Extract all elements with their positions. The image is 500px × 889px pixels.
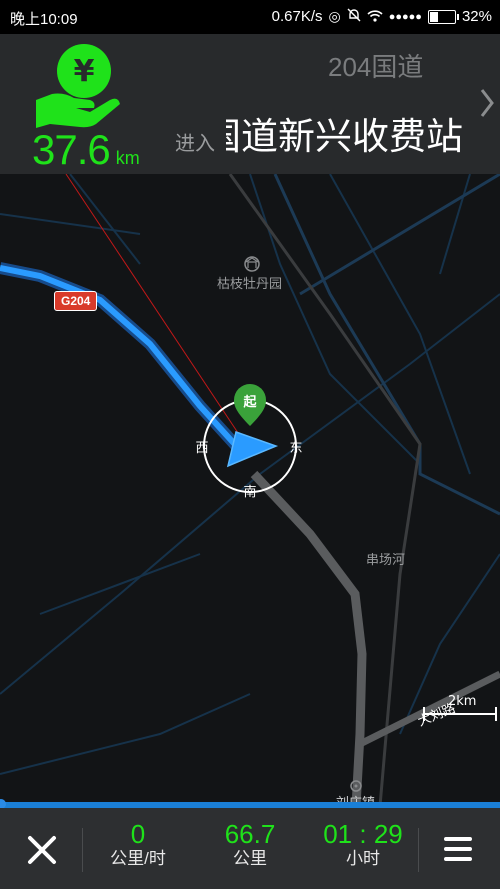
network-speed: 0.67K/s	[271, 8, 323, 25]
map-view[interactable]: 2km 大刘路 北 东 南 西 起 G204 枯枝牡丹园 串场河 刘庄镇	[0, 174, 500, 806]
toll-symbol: ¥	[74, 54, 95, 89]
speed-stat: 0 公里/时	[100, 820, 176, 870]
navigation-arrow-icon	[226, 431, 279, 468]
distance-value: 37.6	[32, 126, 111, 173]
compass-south: 南	[243, 484, 256, 500]
divider	[82, 828, 83, 872]
map-canvas[interactable]: 2km 大刘路 北 东 南 西 起	[0, 174, 500, 806]
battery-icon	[427, 9, 459, 24]
next-road-name: 国道新兴收费站	[226, 115, 463, 158]
poi-park-label: 枯枝牡丹园	[217, 276, 283, 291]
eta-stat: 01 : 29 小时	[310, 820, 416, 870]
remaining-distance-unit: 公里	[233, 849, 267, 868]
battery-percent: 32%	[461, 8, 492, 25]
mute-bell-icon	[347, 8, 361, 25]
toll-station-icon: ¥	[30, 38, 122, 138]
eta-value: 01 : 29	[323, 819, 403, 849]
scale-bar: 2km 大刘路	[416, 694, 497, 730]
svg-text:起: 起	[242, 394, 257, 410]
remaining-distance-stat: 66.7 公里	[212, 820, 288, 870]
park-icon	[244, 256, 260, 272]
remaining-distance-value: 66.7	[224, 819, 276, 849]
status-time: 晚上10:09	[10, 11, 78, 28]
highway-shield: G204	[54, 291, 98, 311]
eta-unit: 小时	[346, 849, 380, 868]
enter-label: 进入	[175, 133, 215, 155]
compass-east: 东	[289, 441, 302, 456]
status-right: 0.67K/s ◎ ●●●●● 32%	[272, 8, 492, 25]
divider	[418, 828, 419, 872]
bottom-bar: 0 公里/时 66.7 公里 01 : 29 小时	[0, 808, 500, 889]
close-icon	[28, 836, 56, 864]
signal-dots: ●●●●●	[388, 10, 422, 23]
distance-unit: km	[115, 148, 140, 168]
distance-to-turn: 37.6 km	[32, 126, 140, 174]
chevron-right-icon[interactable]	[480, 88, 494, 123]
current-road-name: 204国道	[328, 52, 424, 82]
compass-west: 西	[195, 441, 208, 456]
close-button[interactable]	[22, 830, 62, 870]
menu-icon	[444, 837, 472, 861]
poi-river-label: 串场河	[366, 552, 406, 567]
wifi-icon	[367, 9, 383, 25]
hotspot-icon: ◎	[328, 8, 341, 24]
guidance-panel[interactable]: ¥ 37.6 km 204国道 进入 国道新兴收费站	[0, 34, 500, 174]
speed-value: 0	[130, 819, 146, 849]
status-bar: 晚上10:09 0.67K/s ◎ ●●●●● 32%	[0, 0, 500, 34]
menu-button[interactable]	[440, 832, 476, 866]
speed-unit: 公里/时	[110, 849, 166, 868]
